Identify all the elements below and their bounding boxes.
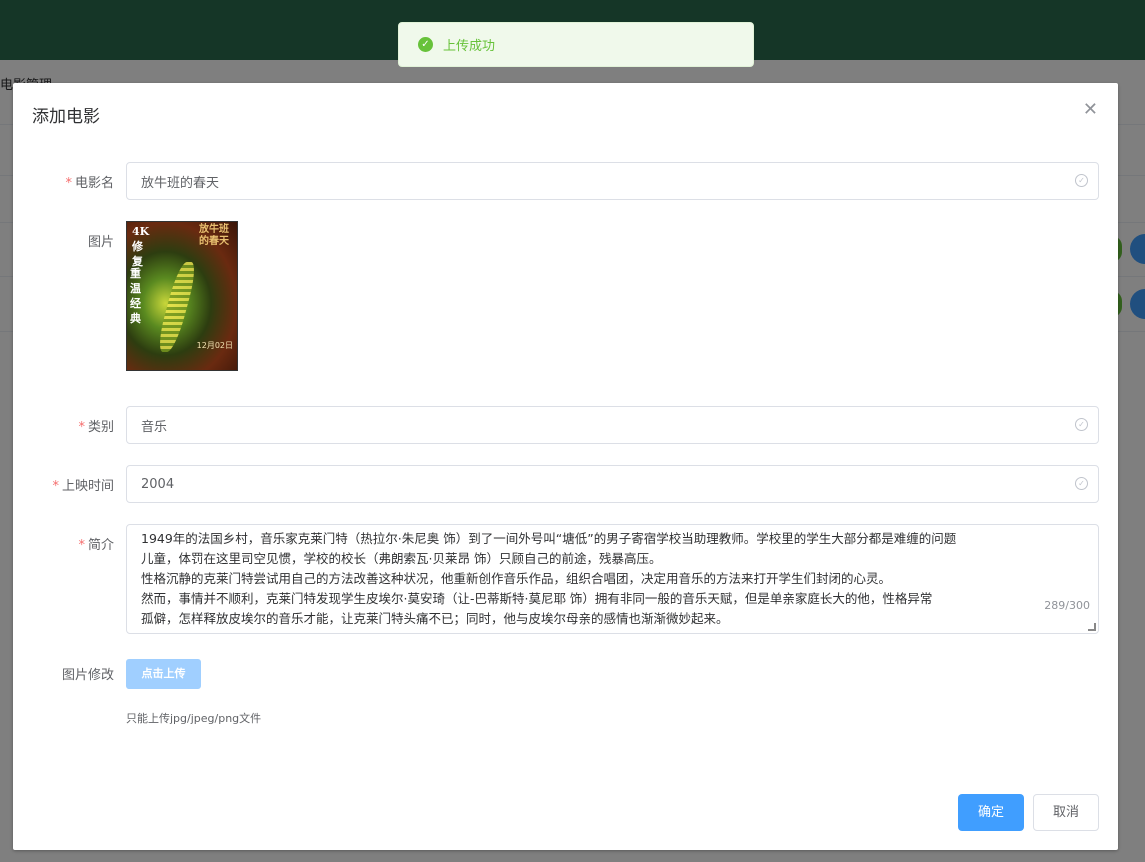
resize-handle[interactable] bbox=[1088, 623, 1096, 631]
close-icon[interactable]: ✕ bbox=[1083, 101, 1098, 119]
poster-sub-text: 重温经典 bbox=[130, 267, 141, 325]
image-edit-label: 图片修改 bbox=[61, 668, 114, 683]
intro-line: 儿童，体罚在这里司空见惯，学校的校长（弗朗索瓦·贝莱昂 饰）只顾自己的前途，残暴… bbox=[141, 551, 662, 566]
category-input[interactable]: 音乐 ✓ bbox=[126, 406, 1099, 444]
intro-line: 1949年的法国乡村，音乐家克莱门特（热拉尔·朱尼奥 饰）到了一间外号叫“塘低”… bbox=[141, 531, 957, 546]
poster-stair-graphic bbox=[154, 262, 200, 352]
movie-name-input[interactable]: 放牛班的春天 ✓ bbox=[126, 162, 1099, 200]
poster-date: 12月02日 bbox=[196, 341, 233, 350]
intro-line: 孤僻，怎样释放皮埃尔的音乐才能，让克莱门特头痛不已；同时，他与皮埃尔母亲的感情也… bbox=[141, 611, 729, 626]
confirm-button[interactable]: 确定 bbox=[958, 794, 1024, 831]
upload-button[interactable]: 点击上传 bbox=[126, 659, 201, 689]
poster-title: 放牛班的春天 bbox=[199, 224, 229, 247]
release-time-input[interactable]: 2004 ✓ bbox=[126, 465, 1099, 503]
toast-message: 上传成功 bbox=[443, 39, 496, 54]
category-value: 音乐 bbox=[141, 419, 168, 435]
check-circle-icon: ✓ bbox=[418, 37, 433, 52]
word-count: 289/300 bbox=[1044, 596, 1090, 616]
release-time-label: * 上映时间 bbox=[52, 479, 114, 494]
valid-check-icon: ✓ bbox=[1075, 418, 1088, 431]
upload-tip: 只能上传jpg/jpeg/png文件 bbox=[126, 712, 262, 725]
valid-check-icon: ✓ bbox=[1075, 174, 1088, 187]
release-time-value: 2004 bbox=[141, 476, 175, 492]
add-movie-dialog: 添加电影 ✕ * 电影名 放牛班的春天 ✓ 图片 4K修复 重温经典 放牛班的春天… bbox=[13, 83, 1118, 850]
category-label: * 类别 bbox=[78, 420, 114, 435]
valid-check-icon: ✓ bbox=[1075, 477, 1088, 490]
dialog-title: 添加电影 bbox=[32, 107, 100, 127]
intro-line: 然而，事情并不顺利，克莱门特发现学生皮埃尔·莫安琦（让-巴蒂斯特·莫尼耶 饰）拥… bbox=[141, 591, 933, 606]
movie-poster-image: 4K修复 重温经典 放牛班的春天 12月02日 bbox=[126, 221, 238, 371]
intro-textarea[interactable]: 1949年的法国乡村，音乐家克莱门特（热拉尔·朱尼奥 饰）到了一间外号叫“塘低”… bbox=[126, 524, 1099, 634]
image-label: 图片 bbox=[87, 235, 114, 250]
cancel-button[interactable]: 取消 bbox=[1033, 794, 1099, 831]
success-toast: ✓ 上传成功 bbox=[398, 22, 754, 67]
movie-name-value: 放牛班的春天 bbox=[141, 175, 220, 191]
intro-line: 性格沉静的克莱门特尝试用自己的方法改善这种状况，他重新创作音乐作品，组织合唱团，… bbox=[141, 571, 892, 586]
intro-label: * 简介 bbox=[78, 538, 114, 553]
movie-name-label: * 电影名 bbox=[65, 176, 114, 191]
poster-top-text: 4K修复 bbox=[132, 225, 150, 268]
